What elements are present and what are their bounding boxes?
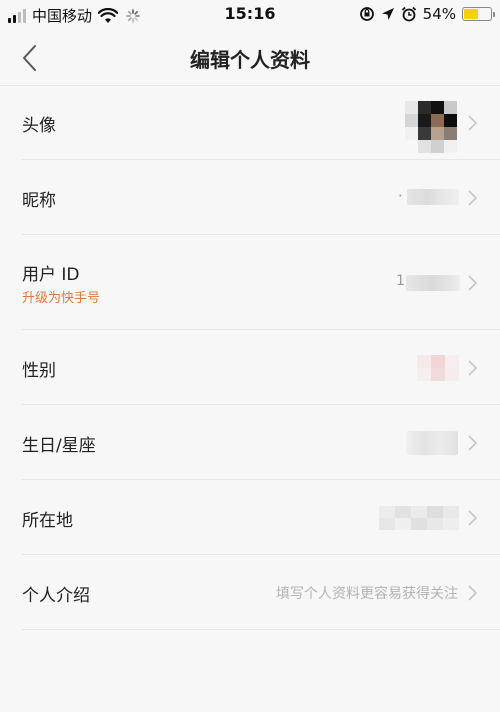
row-nickname[interactable]: 昵称 · bbox=[22, 160, 500, 235]
row-birthday[interactable]: 生日/星座 bbox=[22, 405, 500, 480]
nickname-value-hint: · bbox=[398, 187, 403, 205]
profile-list: 头像 昵称 · 用户 ID 升级为快手号 1 性别 生日/星座 所在地 个人介绍… bbox=[0, 86, 500, 630]
row-label-location: 所在地 bbox=[22, 511, 73, 531]
row-label-avatar: 头像 bbox=[22, 116, 56, 136]
gender-value-blurred bbox=[417, 355, 459, 381]
status-bar: 中国移动 15:16 54% bbox=[0, 0, 500, 30]
location-value-blurred bbox=[379, 506, 459, 530]
battery-percent: 54% bbox=[422, 5, 456, 23]
location-icon bbox=[381, 8, 394, 20]
page-title: 编辑个人资料 bbox=[190, 48, 310, 72]
nav-bar: 编辑个人资料 bbox=[0, 30, 500, 86]
row-location[interactable]: 所在地 bbox=[22, 480, 500, 555]
avatar bbox=[405, 101, 457, 153]
chevron-right-icon bbox=[468, 360, 477, 376]
battery-icon bbox=[462, 7, 495, 21]
nickname-value-blurred bbox=[407, 189, 459, 205]
chevron-right-icon bbox=[468, 510, 477, 526]
row-label-intro: 个人介绍 bbox=[22, 586, 90, 606]
row-avatar[interactable]: 头像 bbox=[22, 86, 500, 160]
row-label-user-id: 用户 ID bbox=[22, 265, 80, 285]
user-id-value-hint: 1 bbox=[396, 273, 405, 289]
chevron-right-icon bbox=[468, 190, 477, 206]
row-user-id[interactable]: 用户 ID 升级为快手号 1 bbox=[22, 235, 500, 330]
chevron-right-icon bbox=[468, 115, 477, 131]
chevron-right-icon bbox=[468, 585, 477, 601]
birthday-value-blurred bbox=[406, 431, 458, 455]
alarm-icon bbox=[401, 6, 416, 22]
upgrade-kuaishou-id-link[interactable]: 升级为快手号 bbox=[22, 287, 100, 306]
row-intro[interactable]: 个人介绍 填写个人资料更容易获得关注 bbox=[22, 555, 500, 630]
intro-placeholder: 填写个人资料更容易获得关注 bbox=[276, 586, 458, 602]
battery-level bbox=[464, 9, 479, 19]
row-label-gender: 性别 bbox=[22, 361, 56, 381]
chevron-right-icon bbox=[468, 435, 477, 451]
status-right: 54% bbox=[359, 5, 495, 23]
chevron-right-icon bbox=[468, 275, 477, 291]
orientation-lock-icon bbox=[359, 7, 374, 21]
row-label-birthday: 生日/星座 bbox=[22, 436, 96, 456]
user-id-value-blurred bbox=[406, 275, 460, 291]
row-gender[interactable]: 性别 bbox=[22, 330, 500, 405]
row-label-nickname: 昵称 bbox=[22, 191, 56, 211]
